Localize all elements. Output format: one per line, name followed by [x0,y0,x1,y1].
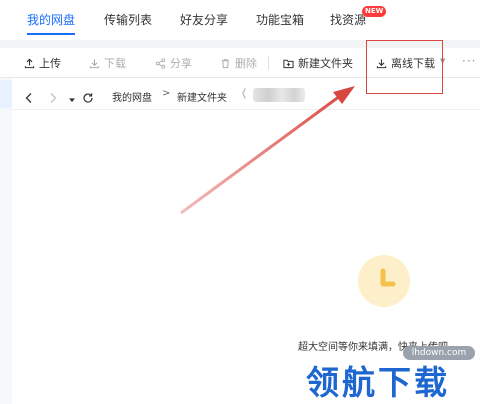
new-folder-button[interactable]: 新建文件夹 [283,56,353,70]
breadcrumb-separator: > [162,88,171,99]
back-icon[interactable] [23,89,35,103]
share-button[interactable]: 分享 [155,56,192,70]
new-folder-label: 新建文件夹 [298,57,353,70]
active-tab-underline [27,33,75,35]
top-nav: 我的网盘 传输列表 好友分享 功能宝箱 找资源 NEW [0,0,480,40]
more-button[interactable]: ··· [462,54,476,68]
download-label: 下载 [104,57,126,70]
clock-icon [358,255,410,307]
history-dropdown-icon[interactable] [67,90,79,103]
breadcrumb-edge: ❬ [240,88,249,99]
delete-button[interactable]: 删除 [220,56,257,70]
trash-icon [220,58,231,69]
breadcrumb-my-drive[interactable]: 我的网盘 [112,89,152,104]
breadcrumb-new-folder[interactable]: 新建文件夹 [177,89,227,104]
upload-button[interactable]: 上传 [24,56,61,70]
tab-friend-share[interactable]: 好友分享 [180,11,228,28]
watermark-text: 领航下载 [306,363,450,402]
refresh-icon[interactable] [82,89,94,103]
highlight-box [366,40,443,94]
tab-transfer-list[interactable]: 传输列表 [104,11,152,28]
share-label: 分享 [170,57,192,70]
download-button[interactable]: 下载 [89,56,126,70]
share-icon [155,57,166,69]
left-rail-selected[interactable] [0,80,12,108]
tab-find-resources[interactable]: 找资源 [330,11,366,28]
tab-toolbox[interactable]: 功能宝箱 [256,11,304,28]
toolbar-divider [268,56,269,70]
new-folder-icon [283,58,294,69]
left-rail [0,78,12,404]
upload-label: 上传 [39,57,61,70]
download-icon [89,58,100,69]
delete-label: 删除 [235,57,257,70]
tab-my-drive[interactable]: 我的网盘 [27,11,75,28]
blurred-path [253,88,305,102]
upload-icon [24,58,35,69]
forward-icon[interactable] [47,89,59,103]
new-badge: NEW [362,6,387,17]
